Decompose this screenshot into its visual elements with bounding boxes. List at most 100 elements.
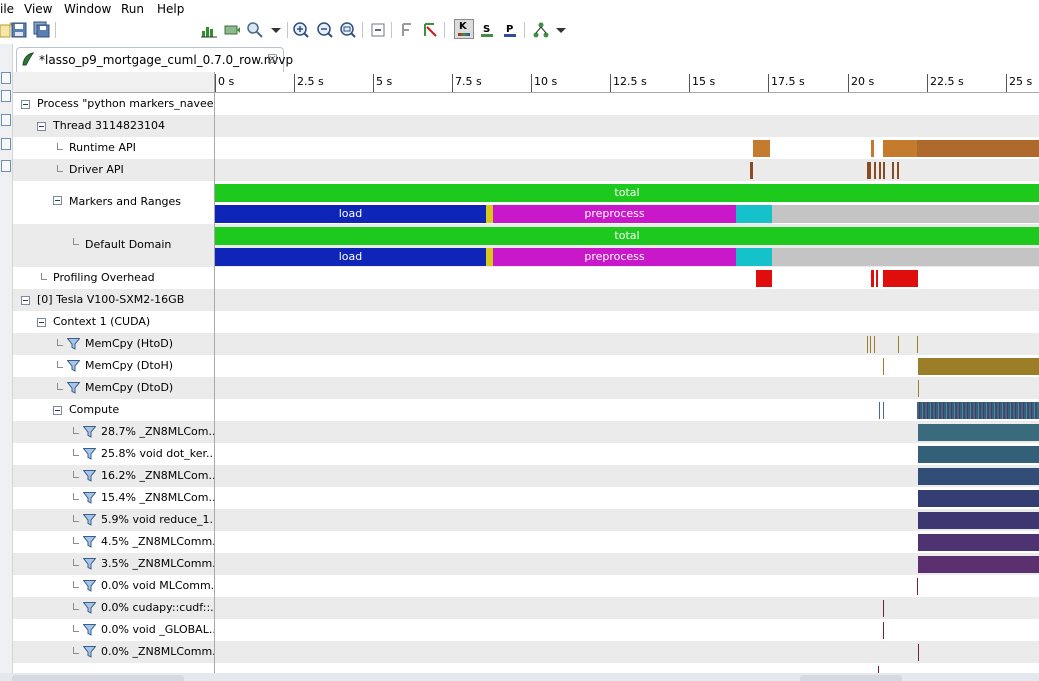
run-profile-icon[interactable]: [223, 21, 241, 39]
tree-row-context[interactable]: Context 1 (CUDA): [13, 311, 214, 333]
runtime-api-call[interactable]: [871, 140, 874, 157]
driver-api-call[interactable]: [883, 162, 885, 179]
kernel-op[interactable]: [917, 578, 918, 595]
kernel-op[interactable]: [918, 468, 1039, 485]
memcpy-htod-op[interactable]: [870, 336, 871, 353]
bottom-tab[interactable]: [800, 675, 902, 681]
tree-row-kernel[interactable]: 15.4% _ZN8MLCom...: [13, 487, 219, 509]
analysis-chart-icon[interactable]: [200, 21, 218, 39]
memcpy-htod-op[interactable]: [867, 336, 868, 353]
compute-op[interactable]: [917, 402, 1039, 419]
process-toggle-icon[interactable]: P: [501, 21, 519, 39]
range-preprocess[interactable]: preprocess: [493, 248, 736, 266]
collapse-icon[interactable]: [53, 406, 62, 415]
kernel-op[interactable]: [918, 512, 1039, 529]
tree-row-memcpy-htod[interactable]: MemCpy (HtoD): [13, 333, 214, 355]
driver-api-call[interactable]: [879, 162, 881, 179]
filter-icon[interactable]: [67, 360, 80, 372]
memcpy-htod-op[interactable]: [917, 336, 918, 353]
collapse-all-icon[interactable]: [369, 21, 387, 39]
memcpy-htod-op[interactable]: [874, 336, 875, 353]
view-icon[interactable]: [1, 114, 11, 126]
tree-row-markers-ranges[interactable]: Markers and Ranges: [13, 181, 214, 224]
memcpy-dtoh-op[interactable]: [918, 358, 1039, 375]
runtime-api-call[interactable]: [753, 140, 770, 157]
runtime-api-call[interactable]: [917, 140, 1039, 157]
memcpy-dtod-op[interactable]: [918, 380, 919, 397]
tree-row-kernel[interactable]: 0.0% void MLComm...: [13, 575, 221, 597]
kernel-op[interactable]: [918, 446, 1039, 463]
view-icon[interactable]: [1, 138, 11, 150]
tree-row-memcpy-dtoh[interactable]: MemCpy (DtoH): [13, 355, 214, 377]
save-icon[interactable]: [10, 21, 28, 39]
bottom-tab[interactable]: [12, 675, 184, 681]
tree-row-kernel[interactable]: 4.5% _ZN8MLComm...: [13, 531, 223, 553]
tree-row-default-domain[interactable]: Default Domain: [13, 224, 214, 267]
overhead-block[interactable]: [758, 270, 772, 287]
driver-api-call[interactable]: [874, 162, 876, 179]
overhead-block[interactable]: [883, 270, 918, 287]
filter-icon[interactable]: [67, 382, 80, 394]
memcpy-dtoh-op[interactable]: [883, 358, 884, 375]
filter-icon[interactable]: [83, 470, 96, 482]
zoom-in-icon[interactable]: [292, 21, 310, 39]
memcpy-htod-op[interactable]: [898, 336, 899, 353]
kernel-op[interactable]: [918, 556, 1039, 573]
kernel-op[interactable]: [918, 534, 1039, 551]
kernel-op[interactable]: [883, 622, 884, 639]
overhead-block[interactable]: [871, 270, 874, 287]
overhead-block[interactable]: [876, 270, 878, 287]
range-remaining[interactable]: [772, 248, 1039, 266]
menu-view[interactable]: View: [24, 2, 52, 16]
search-icon[interactable]: [246, 21, 264, 39]
tree-row-kernel[interactable]: 0.0% cudapy::cudf::...: [13, 597, 221, 619]
tree-layout-icon[interactable]: [532, 21, 550, 39]
collapse-icon[interactable]: [21, 296, 30, 305]
filter-icon[interactable]: [83, 492, 96, 504]
time-ruler[interactable]: 0 s 2.5 s 5 s 7.5 s 10 s 12.5 s 15 s 17.…: [215, 72, 1039, 93]
tree-row-profiling-overhead[interactable]: Profiling Overhead: [13, 267, 214, 289]
filter-icon[interactable]: [83, 514, 96, 526]
filter-icon[interactable]: [83, 448, 96, 460]
filter-icon[interactable]: [83, 624, 96, 636]
tree-row-thread[interactable]: Thread 3114823104: [13, 115, 214, 137]
range-load[interactable]: load: [215, 205, 486, 223]
filter-icon[interactable]: [83, 646, 96, 658]
dependency-icon[interactable]: [421, 21, 439, 39]
close-icon[interactable]: ☒: [267, 52, 278, 66]
filter-icon[interactable]: [83, 536, 96, 548]
kernel-op[interactable]: [918, 424, 1039, 441]
compute-op[interactable]: [879, 402, 880, 419]
tree-row-kernel[interactable]: 25.8% void dot_ker...: [13, 443, 217, 465]
collapse-icon[interactable]: [21, 100, 30, 109]
runtime-api-call[interactable]: [883, 140, 917, 157]
driver-api-call[interactable]: [750, 162, 753, 179]
save-all-icon[interactable]: [33, 21, 51, 39]
stream-toggle-icon[interactable]: S: [478, 21, 496, 39]
range-load[interactable]: load: [215, 248, 486, 266]
kernel-op[interactable]: [883, 600, 884, 617]
menu-file[interactable]: ile: [0, 2, 14, 16]
tree-row-runtime-api[interactable]: Runtime API: [13, 137, 214, 159]
collapse-icon[interactable]: [53, 196, 62, 205]
compute-op[interactable]: [883, 402, 884, 419]
kernel-op[interactable]: [918, 490, 1039, 507]
filter-icon[interactable]: [83, 580, 96, 592]
range-total[interactable]: total: [215, 184, 1039, 202]
kernel-op[interactable]: [918, 644, 919, 661]
menu-help[interactable]: Help: [157, 2, 184, 16]
editor-tab[interactable]: *lasso_p9_mortgage_cuml_0.7.0_row.nvvp ☒: [16, 47, 293, 72]
tree-row-driver-api[interactable]: Driver API: [13, 159, 214, 181]
driver-api-call[interactable]: [897, 162, 899, 179]
tree-row-memcpy-dtod[interactable]: MemCpy (DtoD): [13, 377, 214, 399]
filter-icon[interactable]: [83, 426, 96, 438]
range-preprocess[interactable]: preprocess: [493, 205, 736, 223]
tree-row-device[interactable]: [0] Tesla V100-SXM2-16GB: [13, 289, 214, 311]
menu-window[interactable]: Window: [64, 2, 111, 16]
range-total[interactable]: total: [215, 227, 1039, 245]
range-marker[interactable]: [736, 248, 772, 266]
tree-row-kernel[interactable]: 5.9% void reduce_1...: [13, 509, 220, 531]
tree-row-kernel[interactable]: 28.7% _ZN8MLCom...: [13, 421, 219, 443]
tree-row-kernel[interactable]: 3.5% _ZN8MLComm...: [13, 553, 223, 575]
flow-icon[interactable]: [398, 21, 416, 39]
